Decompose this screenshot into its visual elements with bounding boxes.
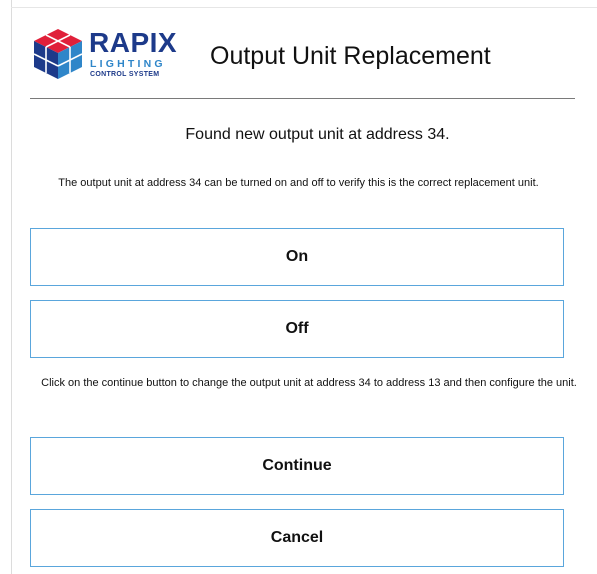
logo-wordmark: RAPIX bbox=[89, 27, 178, 58]
window-top-border bbox=[11, 7, 597, 8]
verify-note: The output unit at address 34 can be tur… bbox=[58, 177, 539, 189]
dialog-title: Output Unit Replacement bbox=[210, 42, 491, 70]
header-divider bbox=[30, 98, 575, 99]
continue-note: Click on the continue button to change t… bbox=[41, 377, 577, 389]
rapix-cube-icon bbox=[33, 29, 83, 79]
rapix-logo: RAPIX LIGHTING CONTROL SYSTEM bbox=[30, 27, 180, 83]
window-left-border bbox=[11, 0, 12, 574]
logo-tagline-lighting: LIGHTING bbox=[90, 58, 166, 70]
off-button[interactable]: Off bbox=[30, 300, 564, 358]
found-message: Found new output unit at address 34. bbox=[185, 126, 450, 143]
logo-tagline-control-system: CONTROL SYSTEM bbox=[90, 71, 160, 78]
dialog-header: RAPIX LIGHTING CONTROL SYSTEM Output Uni… bbox=[30, 18, 575, 98]
on-button[interactable]: On bbox=[30, 228, 564, 286]
dialog-window: RAPIX LIGHTING CONTROL SYSTEM Output Uni… bbox=[0, 0, 597, 574]
cancel-button[interactable]: Cancel bbox=[30, 509, 564, 567]
continue-button[interactable]: Continue bbox=[30, 437, 564, 495]
